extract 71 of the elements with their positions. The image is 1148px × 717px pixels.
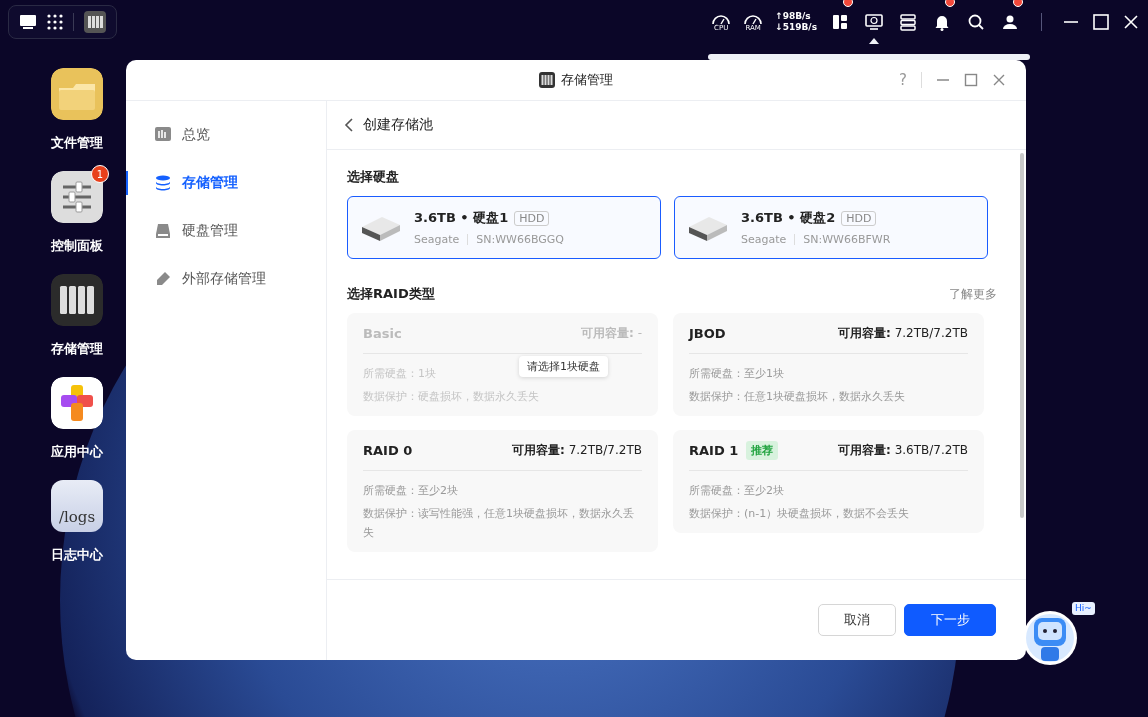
drive-bays-icon[interactable] bbox=[51, 274, 103, 326]
app-center-icon[interactable] bbox=[51, 377, 103, 429]
sidebar-item[interactable]: 硬盘管理 bbox=[126, 207, 326, 255]
drive-bays-icon bbox=[539, 72, 555, 88]
cancel-button[interactable]: 取消 bbox=[818, 604, 896, 636]
raid-option-card[interactable]: RAID 0 可用容量: 7.2TB/7.2TB 所需硬盘：至少2块 数据保护：读写性能强，任意1块硬盘损坏，数据永久丢失 bbox=[347, 430, 658, 552]
disk-card[interactable]: 3.6TB • 硬盘2 HDD Seagate SN:WW66BFWR bbox=[674, 196, 988, 259]
widgets-icon[interactable] bbox=[830, 12, 850, 32]
caret-icon bbox=[869, 38, 879, 44]
raid-name: Basic bbox=[363, 325, 402, 341]
storage-icon bbox=[154, 174, 172, 192]
notification-badge: 1 bbox=[91, 165, 109, 183]
desktop-icon-label[interactable]: 应用中心 bbox=[51, 443, 103, 461]
disk-brand: Seagate bbox=[741, 233, 787, 246]
folder-icon[interactable] bbox=[51, 68, 103, 120]
protection-text: 数据保护：(n-1）块硬盘损坏，数据不会丢失 bbox=[689, 506, 910, 522]
capacity-text: 可用容量: 3.6TB/7.2TB bbox=[838, 441, 968, 459]
desktop-icon-label[interactable]: 日志中心 bbox=[51, 546, 103, 564]
raid-name: RAID 1 bbox=[689, 442, 739, 458]
sidebar-item[interactable]: 存储管理 bbox=[126, 159, 326, 207]
window-title: 存储管理 bbox=[561, 71, 613, 89]
notification-dot bbox=[1013, 0, 1023, 7]
raid-option-card[interactable]: JBOD 可用容量: 7.2TB/7.2TB 所需硬盘：至少1块 数据保护：任意1块硬盘损坏，数据永久丢失 bbox=[673, 313, 984, 416]
protection-text: 数据保护：任意1块硬盘损坏，数据永久丢失 bbox=[689, 389, 905, 405]
logs-icon[interactable]: /logs bbox=[51, 480, 103, 532]
sidebar-item[interactable]: 外部存储管理 bbox=[126, 255, 326, 303]
overview-icon bbox=[154, 126, 172, 144]
disk-serial: SN:WW66BGGQ bbox=[476, 233, 565, 246]
desktop-icon-label[interactable]: 文件管理 bbox=[51, 134, 103, 152]
close-icon[interactable] bbox=[1122, 13, 1140, 31]
disk-brand: Seagate bbox=[414, 233, 460, 246]
notification-dot bbox=[843, 0, 853, 7]
capacity-text: 可用容量: 7.2TB/7.2TB bbox=[512, 441, 642, 459]
raid-name: RAID 0 bbox=[363, 442, 413, 458]
learn-more-link[interactable]: 了解更多 bbox=[949, 285, 997, 303]
search-icon[interactable] bbox=[966, 12, 986, 32]
desktop-icon-label[interactable]: 控制面板 bbox=[51, 237, 103, 255]
section-title: 选择硬盘 bbox=[347, 168, 399, 186]
scrollbar[interactable] bbox=[1020, 153, 1024, 518]
desktop-icon-label[interactable]: 存储管理 bbox=[51, 340, 103, 358]
sliders-icon[interactable] bbox=[51, 171, 103, 223]
notification-dot bbox=[945, 0, 955, 7]
drive-bays-icon[interactable] bbox=[84, 11, 106, 33]
capacity-text: 可用容量: - bbox=[581, 324, 642, 342]
disk-type-tag: HDD bbox=[514, 210, 550, 226]
raid-option-card[interactable]: RAID 1 推荐 可用容量: 3.6TB/7.2TB 所需硬盘：至少2块 数据保护：(n-1）块硬盘损坏，数据不会丢失 bbox=[673, 430, 984, 533]
section-title: 选择RAID类型 bbox=[347, 285, 435, 303]
monitor-icon[interactable] bbox=[864, 12, 884, 32]
page-title: 创建存储池 bbox=[363, 116, 433, 134]
disk-type-tag: HDD bbox=[841, 210, 877, 226]
next-button[interactable]: 下一步 bbox=[904, 604, 996, 636]
server-icon[interactable] bbox=[898, 12, 918, 32]
disk-serial: SN:WW66BFWR bbox=[803, 233, 891, 246]
external-icon bbox=[154, 270, 172, 288]
network-speed: ↑98B/s ↓519B/s bbox=[775, 11, 817, 33]
sidebar-item[interactable]: 总览 bbox=[126, 111, 326, 159]
greeting-bubble: Hi~ bbox=[1072, 602, 1095, 615]
disk-name: 3.6TB • 硬盘1 bbox=[414, 209, 509, 227]
tooltip: 请选择1块硬盘 bbox=[519, 356, 608, 377]
disk-card[interactable]: 3.6TB • 硬盘1 HDD Seagate SN:WW66BGGQ bbox=[347, 196, 661, 259]
required-disks-text: 所需硬盘：至少1块 bbox=[689, 366, 784, 382]
back-button[interactable] bbox=[343, 118, 355, 132]
disk-name: 3.6TB • 硬盘2 bbox=[741, 209, 836, 227]
raid-name: JBOD bbox=[689, 325, 726, 341]
recommended-tag: 推荐 bbox=[746, 440, 779, 460]
required-disks-text: 所需硬盘：至少2块 bbox=[363, 483, 458, 499]
capacity-text: 可用容量: 7.2TB/7.2TB bbox=[838, 324, 968, 342]
desktop-icon[interactable] bbox=[19, 14, 37, 30]
protection-text: 数据保护：读写性能强，任意1块硬盘损坏，数据永久丢失 bbox=[363, 506, 635, 541]
required-disks-text: 所需硬盘：至少2块 bbox=[689, 483, 784, 499]
app-grid-icon[interactable] bbox=[47, 14, 63, 30]
